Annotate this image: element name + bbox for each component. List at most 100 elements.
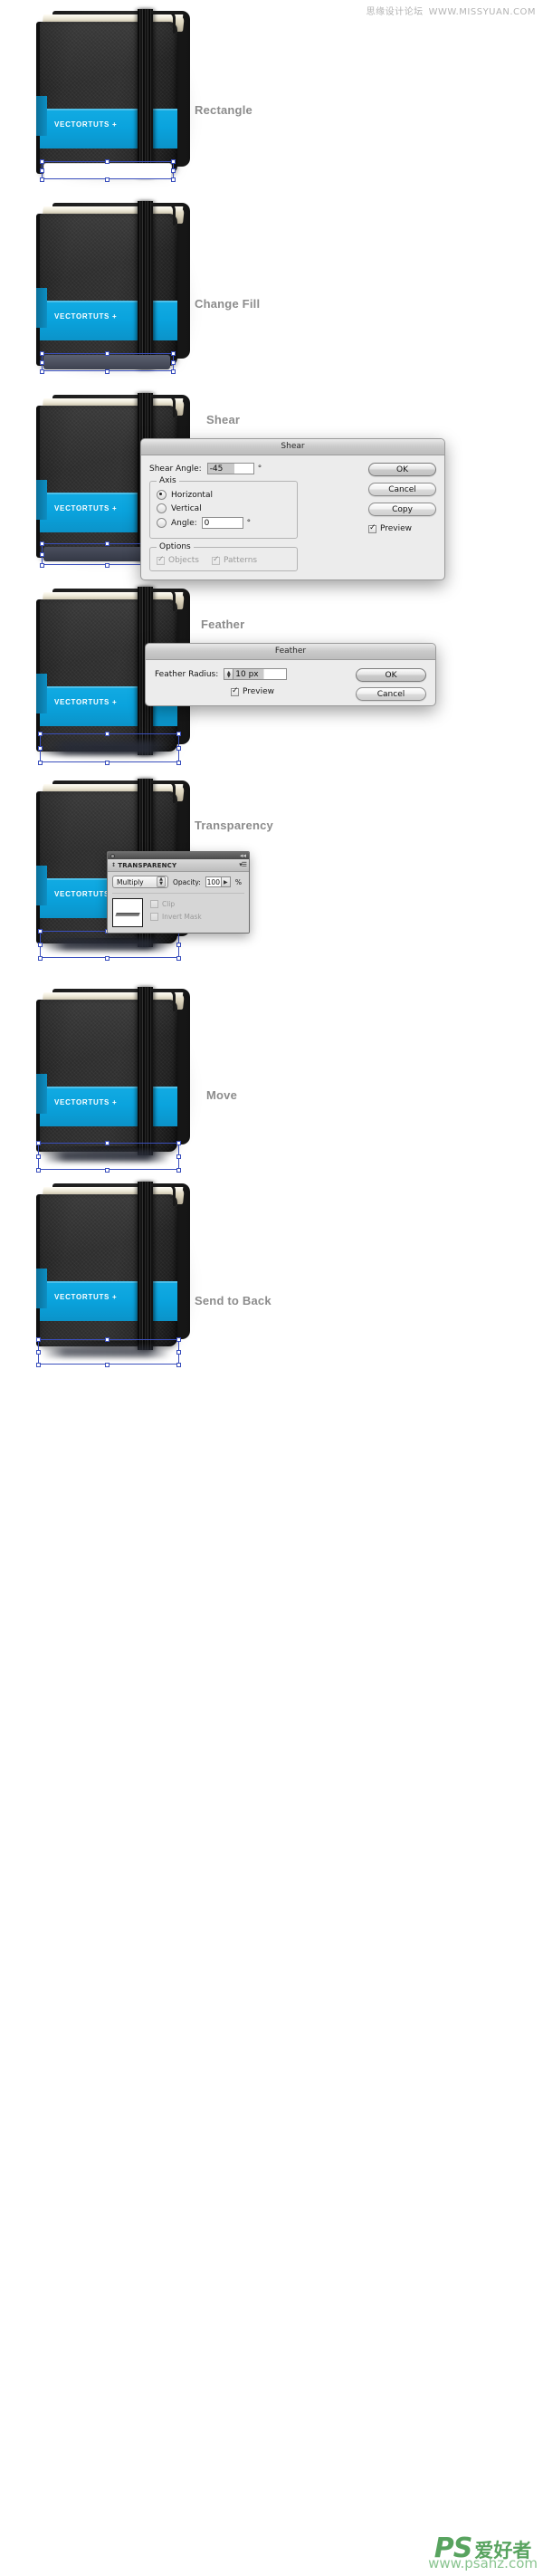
selection-bounding-box [40,931,179,958]
checkbox-icon[interactable] [150,900,158,908]
panel-tab-bar[interactable]: ↕ TRANSPARENCY ▾☰ [108,859,249,872]
percent-symbol: % [234,877,242,886]
selection-handle[interactable] [40,369,44,374]
checkbox-checked-icon[interactable] [157,555,165,565]
selection-handle[interactable] [176,761,181,765]
selection-handle[interactable] [38,732,43,736]
selection-handle[interactable] [36,1350,41,1355]
step-label-shear: Shear [206,413,241,426]
objects-checkbox-row[interactable]: Objects [157,555,199,565]
selection-handle[interactable] [105,956,110,961]
selection-handle[interactable] [40,168,44,173]
shear-preview-checkbox-row[interactable]: Preview [368,523,436,533]
checkbox-checked-icon[interactable] [368,523,376,533]
selection-handle[interactable] [105,1363,110,1367]
radio-selected-icon[interactable] [157,490,167,500]
axis-horizontal-option[interactable]: Horizontal [157,490,291,500]
selection-handle[interactable] [176,1141,181,1145]
selection-handle[interactable] [171,177,176,182]
selection-handle[interactable] [171,168,176,173]
selection-handle[interactable] [38,943,43,947]
selection-handle[interactable] [176,1337,181,1342]
selection-handle[interactable] [36,1363,41,1367]
feather-cancel-button[interactable]: Cancel [356,687,426,701]
book-spine-band [36,866,47,905]
transparency-panel[interactable]: ◂◂ ↕ TRANSPARENCY ▾☰ Multiply ▲ ▼ Opacity… [107,851,250,934]
checkbox-checked-icon[interactable] [212,555,221,565]
selection-handle[interactable] [105,1141,110,1145]
shear-cancel-button[interactable]: Cancel [368,483,436,496]
selection-handle[interactable] [40,552,44,557]
selection-handle[interactable] [105,563,110,568]
selection-handle[interactable] [105,541,110,546]
panel-collapse-icon[interactable]: ◂◂ [240,852,246,859]
selection-handle[interactable] [105,1337,110,1342]
selection-handle[interactable] [36,1154,41,1159]
selection-handle[interactable] [105,761,110,765]
selection-handle[interactable] [176,1154,181,1159]
panel-menu-icon[interactable]: ▾☰ [239,861,247,868]
shear-copy-button[interactable]: Copy [368,503,436,516]
selection-handle[interactable] [171,351,176,356]
selection-handle[interactable] [38,956,43,961]
selection-handle[interactable] [176,1363,181,1367]
feather-radius-label: Feather Radius: [155,669,219,679]
selection-handle[interactable] [38,746,43,751]
book-elastic-hook [151,989,176,1011]
book-elastic-hook [151,203,176,225]
transparency-tab[interactable]: ↕ TRANSPARENCY [108,862,176,869]
selection-handle[interactable] [105,351,110,356]
selection-handle[interactable] [176,943,181,947]
selection-handle[interactable] [40,563,44,568]
selection-handle[interactable] [40,351,44,356]
blend-mode-select[interactable]: Multiply ▲ ▼ [112,876,168,888]
selection-handle[interactable] [171,159,176,164]
invert-mask-checkbox-row[interactable]: Invert Mask [150,913,202,921]
selection-handle[interactable] [36,1141,41,1145]
selection-handle[interactable] [105,177,110,182]
selection-handle[interactable] [105,732,110,736]
patterns-checkbox-row[interactable]: Patterns [212,555,257,565]
panel-drag-grip[interactable]: ◂◂ [108,852,249,859]
selection-handle[interactable] [176,746,181,751]
step-change-fill: VECTORTUTS + Change Fill [0,201,543,382]
radio-icon[interactable] [157,503,167,513]
feather-radius-input[interactable]: 10 px [233,668,288,680]
selection-handle[interactable] [176,732,181,736]
axis-angle-input[interactable]: 0 [201,517,243,529]
selection-handle[interactable] [176,956,181,961]
selection-handle[interactable] [38,761,43,765]
selection-handle[interactable] [36,1337,41,1342]
shear-dialog[interactable]: Shear Shear Angle: -45 ° Axis Horizontal… [140,438,445,580]
selection-handle[interactable] [40,360,44,365]
opacity-slider-arrow-icon[interactable]: ▶ [221,876,231,887]
chevron-updown-icon[interactable]: ▲ ▼ [157,876,166,887]
selection-handle[interactable] [38,929,43,934]
selection-handle[interactable] [105,159,110,164]
selection-handle[interactable] [176,1168,181,1173]
selection-handle[interactable] [40,159,44,164]
selection-handle[interactable] [171,360,176,365]
checkbox-icon[interactable] [150,913,158,921]
selection-handle[interactable] [40,177,44,182]
transparency-thumbnail[interactable] [112,898,143,927]
checkbox-checked-icon[interactable] [231,686,239,696]
shear-angle-input[interactable]: -45 [206,463,254,474]
opacity-control[interactable]: 100 ▶ [205,876,231,887]
axis-angle-option[interactable]: Angle: 0 ° [157,517,291,529]
selection-handle[interactable] [176,1350,181,1355]
feather-ok-button[interactable]: OK [356,668,426,682]
feather-radius-stepper[interactable]: ▲ ▼ [224,668,233,680]
axis-vertical-option[interactable]: Vertical [157,503,291,513]
shear-ok-button[interactable]: OK [368,463,436,476]
selection-handle[interactable] [40,541,44,546]
panel-close-icon[interactable] [110,853,115,858]
radio-icon[interactable] [157,518,167,528]
selection-handle[interactable] [171,369,176,374]
feather-dialog[interactable]: Feather Feather Radius: ▲▼ 10 px Preview… [145,643,436,706]
selection-handle[interactable] [36,1168,41,1173]
clip-checkbox-row[interactable]: Clip [150,900,202,908]
selection-handle[interactable] [105,1168,110,1173]
opacity-input[interactable]: 100 [205,876,222,887]
selection-handle[interactable] [105,369,110,374]
